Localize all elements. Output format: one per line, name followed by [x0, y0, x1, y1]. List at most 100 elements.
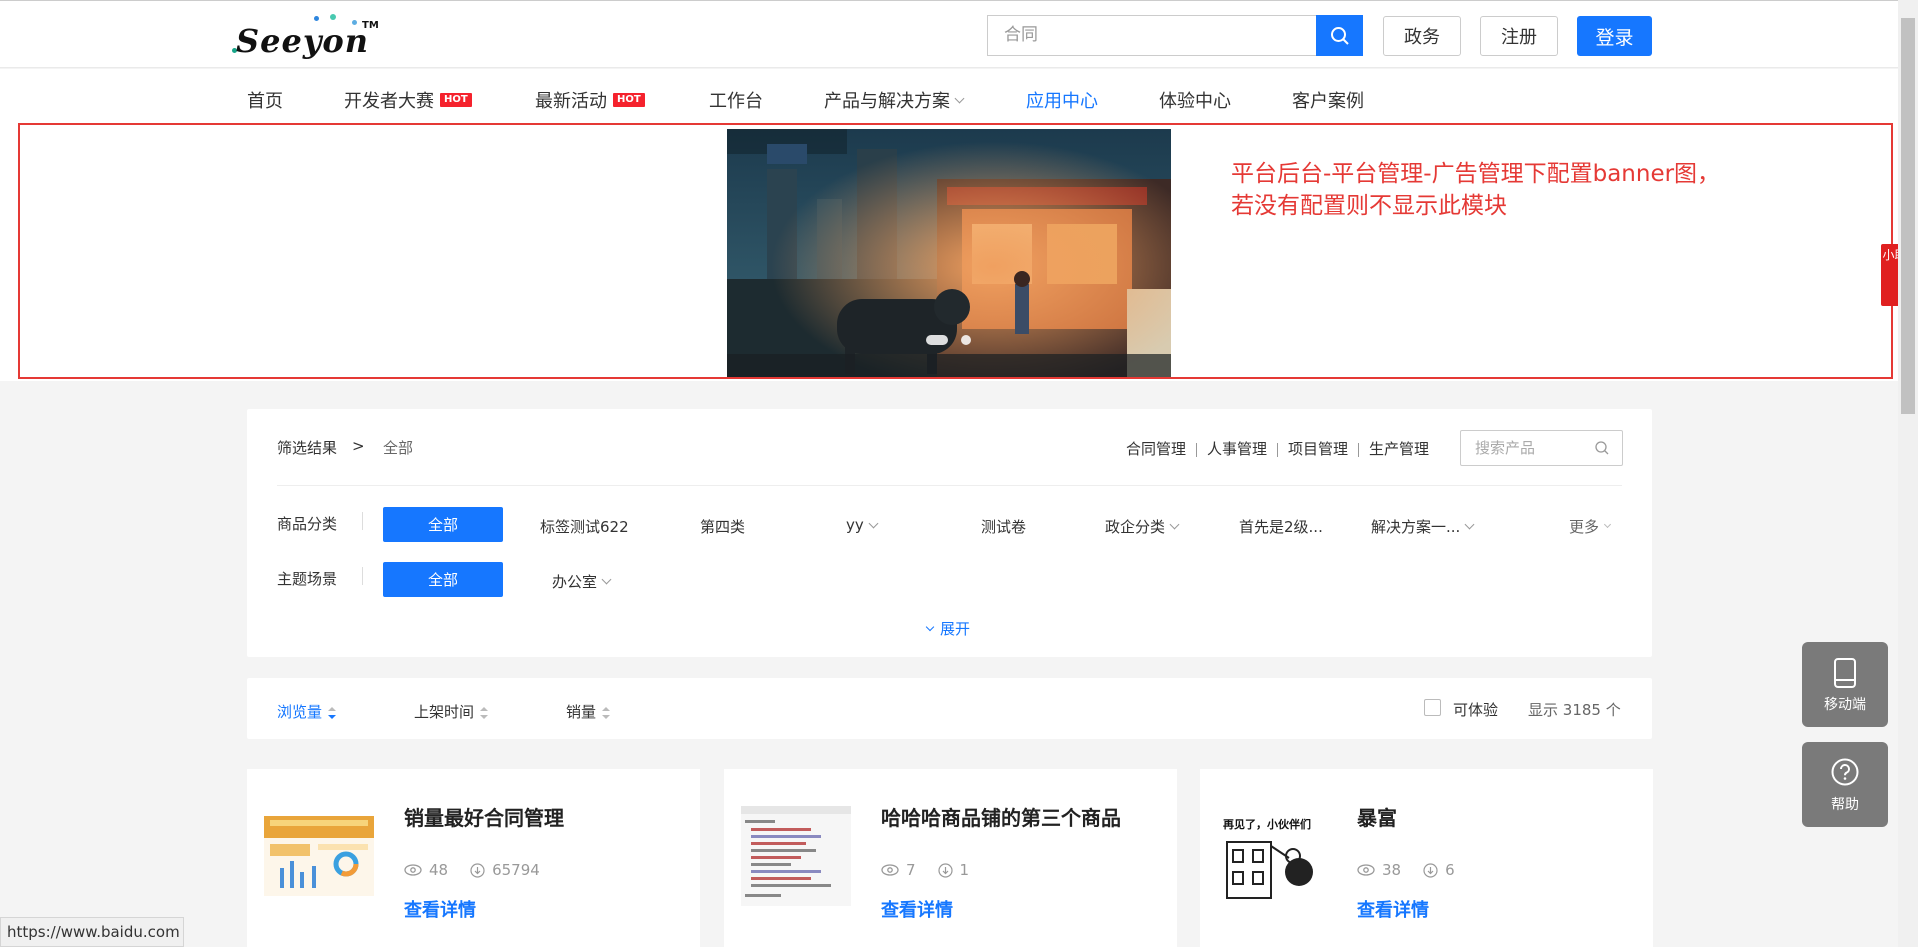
count-prefix: 显示 [1528, 701, 1559, 719]
nav-item-app-center[interactable]: 应用中心 [1026, 87, 1098, 113]
nav-label: 工作台 [709, 91, 763, 112]
tryout-checkbox[interactable] [1424, 699, 1441, 716]
category-all-button[interactable]: 全部 [383, 507, 503, 542]
product-image [264, 816, 374, 896]
nav-label: 最新活动 [535, 91, 607, 112]
category-label-text: yy [846, 516, 864, 534]
chevron-down-icon [954, 93, 965, 103]
product-card[interactable]: 再见了，小伙伴们 暴富 38 6 查看详情 [1200, 769, 1653, 947]
sort-by-listing-time[interactable]: 上架时间 [414, 701, 489, 722]
category-dropdown[interactable]: 解决方案一... [1371, 516, 1475, 537]
scene-label: 主题场景 [277, 570, 338, 588]
sort-icon [328, 706, 337, 719]
count-value: 3185 [1562, 701, 1601, 719]
download-icon [470, 862, 485, 878]
search-icon [1330, 26, 1349, 45]
product-thumbnail [741, 806, 851, 906]
chevron-down-icon [925, 622, 935, 631]
logo-dot [330, 14, 336, 20]
mobile-label: 移动端 [1824, 697, 1866, 713]
category-tag[interactable]: 第四类 [700, 516, 745, 537]
scrollbar-thumb[interactable] [1901, 18, 1915, 414]
view-count: 48 [429, 861, 449, 879]
expand-button[interactable]: 展开 [925, 618, 971, 639]
category-dropdown[interactable]: 政企分类 [1105, 516, 1180, 537]
nav-label: 开发者大赛 [344, 91, 434, 112]
search-icon[interactable] [1594, 440, 1610, 456]
product-card[interactable]: 哈哈哈商品铺的第三个商品 7 1 查看详情 [724, 769, 1177, 947]
scene-all-button[interactable]: 全部 [383, 562, 503, 597]
register-button[interactable]: 注册 [1480, 16, 1558, 56]
more-categories-button[interactable]: 更多 [1569, 516, 1612, 537]
divider [1196, 443, 1197, 457]
logo-wordmark: Seeyon [236, 22, 370, 60]
quick-tag-project[interactable]: 项目管理 [1288, 438, 1348, 459]
divider [277, 485, 1622, 486]
search-button[interactable] [1316, 15, 1363, 56]
download-icon [937, 862, 953, 878]
count-unit: 个 [1605, 701, 1621, 719]
expand-label: 展开 [940, 620, 971, 638]
logo-dot [314, 16, 319, 21]
product-title[interactable]: 销量最好合同管理 [404, 802, 564, 831]
sort-by-views[interactable]: 浏览量 [277, 701, 337, 722]
view-count: 38 [1382, 861, 1402, 879]
nav-item-customer-cases[interactable]: 客户案例 [1292, 87, 1364, 113]
nav-item-dev-contest[interactable]: 开发者大赛 HOT [344, 87, 472, 113]
product-thumbnail [264, 806, 374, 906]
search-input[interactable]: 合同 [987, 15, 1317, 56]
category-tag[interactable]: 首先是2级... [1239, 516, 1323, 537]
eye-icon [881, 864, 899, 876]
gov-button[interactable]: 政务 [1383, 16, 1461, 56]
category-label-text: 政企分类 [1105, 518, 1166, 536]
quick-tag-hr[interactable]: 人事管理 [1207, 438, 1267, 459]
chevron-down-icon [868, 518, 879, 528]
view-details-link[interactable]: 查看详情 [1357, 896, 1429, 922]
category-dropdown[interactable]: yy [846, 516, 879, 534]
product-stats: 38 6 [1357, 861, 1455, 879]
divider [1358, 443, 1359, 457]
divider [1277, 443, 1278, 457]
more-label: 更多 [1569, 518, 1600, 536]
divider [362, 567, 363, 585]
product-image [1226, 841, 1313, 899]
quick-tag-production[interactable]: 生产管理 [1369, 438, 1429, 459]
view-count: 7 [906, 861, 916, 879]
nav-item-experience-center[interactable]: 体验中心 [1159, 87, 1231, 113]
mobile-button[interactable]: 移动端 [1802, 642, 1888, 727]
banner-config-note: 平台后台-平台管理-广告管理下配置banner图， 若没有配置则不显示此模块 [1231, 158, 1751, 222]
nav-item-workbench[interactable]: 工作台 [709, 87, 763, 113]
sort-by-sales[interactable]: 销量 [566, 701, 611, 722]
view-details-link[interactable]: 查看详情 [881, 896, 953, 922]
sort-label: 销量 [566, 703, 597, 721]
nav-label: 首页 [247, 91, 283, 112]
category-label-text: 解决方案一... [1371, 518, 1461, 536]
login-button[interactable]: 登录 [1577, 16, 1652, 56]
scene-dropdown[interactable]: 办公室 [552, 571, 612, 592]
category-tag[interactable]: 测试卷 [981, 516, 1026, 537]
hot-badge: HOT [613, 93, 645, 107]
eye-icon [1357, 864, 1375, 876]
category-tag[interactable]: 标签测试622 [540, 516, 629, 537]
sort-label: 上架时间 [414, 703, 475, 721]
quick-tag-contract[interactable]: 合同管理 [1126, 438, 1186, 459]
chevron-down-icon [1169, 519, 1180, 530]
help-button[interactable]: 帮助 [1802, 742, 1888, 827]
hot-badge: HOT [440, 93, 472, 107]
product-title[interactable]: 哈哈哈商品铺的第三个商品 [881, 802, 1121, 831]
view-details-link[interactable]: 查看详情 [404, 896, 476, 922]
nav-item-latest-events[interactable]: 最新活动 HOT [535, 87, 645, 113]
download-icon [1423, 862, 1438, 878]
eye-icon [404, 864, 422, 876]
divider [362, 512, 363, 530]
product-title[interactable]: 暴富 [1357, 802, 1397, 831]
breadcrumb-arrow: > [352, 437, 365, 455]
scene-label-text: 办公室 [552, 573, 598, 591]
product-card[interactable]: 销量最好合同管理 48 65794 查看详情 [247, 769, 700, 947]
seeyon-logo[interactable]: Seeyon TM [230, 14, 380, 60]
nav-item-products-solutions[interactable]: 产品与解决方案 [824, 87, 965, 113]
product-stats: 7 1 [881, 861, 969, 879]
nav-item-home[interactable]: 首页 [247, 87, 283, 113]
chevron-down-icon [1464, 519, 1475, 530]
main-nav: 首页 开发者大赛 HOT 最新活动 HOT 工作台 产品与解决方案 应用中心 体验中… [0, 69, 1898, 121]
